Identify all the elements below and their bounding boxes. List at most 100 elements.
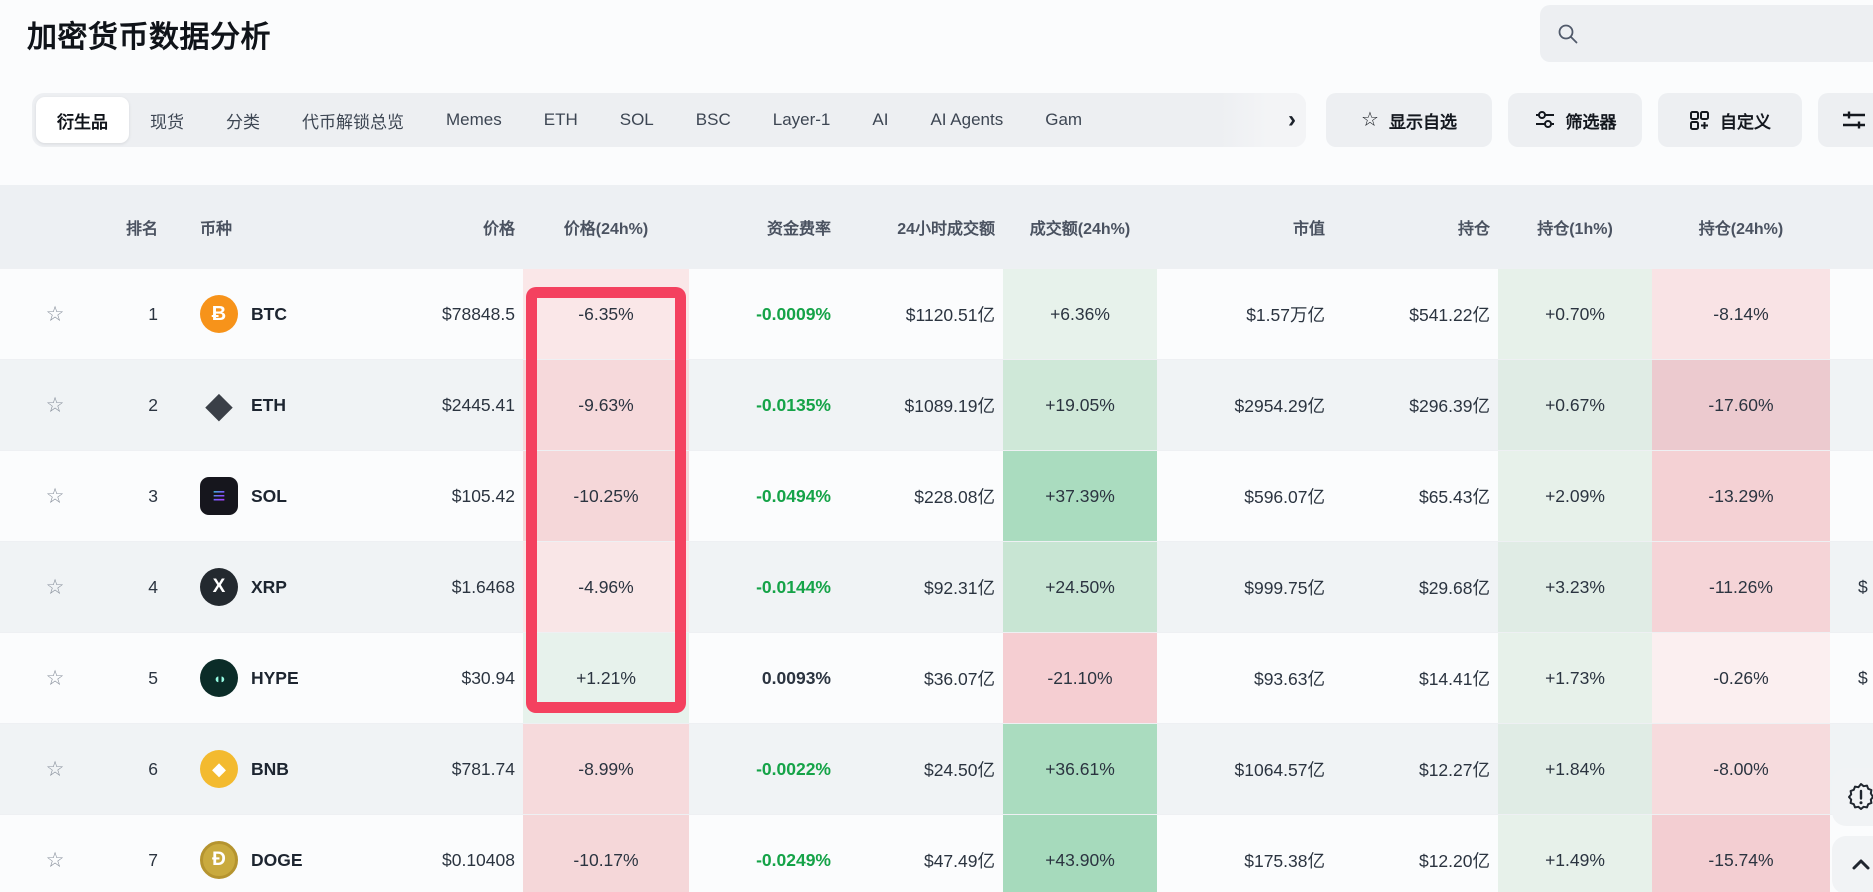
open-interest-24h-cell: -0.26% bbox=[1652, 633, 1830, 723]
table-row[interactable]: ☆ 5 ◖◗ HYPE $30.94 +1.21% 0.0093% $36.07亿 -21.10… bbox=[0, 632, 1873, 723]
search-icon bbox=[1556, 22, 1580, 46]
coin-cell[interactable]: ◖◗ HYPE bbox=[180, 633, 340, 723]
open-interest-24h-cell: -8.14% bbox=[1652, 269, 1830, 359]
column-settings-button[interactable] bbox=[1818, 93, 1873, 147]
coin-cell[interactable]: ◆ BNB bbox=[180, 724, 340, 814]
table-row[interactable]: ☆ 4 X XRP $1.6468 -4.96% -0.0144% $92.31亿 +24.50… bbox=[0, 541, 1873, 632]
coin-cell[interactable]: ◆ ETH bbox=[180, 360, 340, 450]
favorite-star-icon[interactable]: ☆ bbox=[46, 393, 65, 418]
search-box[interactable] bbox=[1540, 5, 1873, 62]
derivatives-table: 排名 币种 价格 价格(24h%) 资金费率 24小时成交额 成交额(24h%) 市值 持仓 持仓… bbox=[0, 185, 1873, 892]
column-header[interactable]: 排名 bbox=[110, 185, 180, 268]
tab-bsc[interactable]: BSC bbox=[675, 97, 752, 143]
chevron-right-icon[interactable]: › bbox=[1288, 106, 1296, 134]
open-interest-cell: $12.27亿 bbox=[1418, 759, 1490, 780]
tab-分类[interactable]: 分类 bbox=[205, 97, 281, 143]
volume-24h-cell: $1120.51亿 bbox=[905, 304, 995, 325]
tab-代币解锁总览[interactable]: 代币解锁总览 bbox=[281, 97, 425, 143]
table-row[interactable]: ☆ 6 ◆ BNB $781.74 -8.99% -0.0022% $24.50亿 +36.61… bbox=[0, 723, 1873, 814]
open-interest-1h-cell: +1.84% bbox=[1498, 724, 1652, 814]
column-header[interactable]: 币种 bbox=[180, 185, 340, 268]
badge-alert-icon bbox=[1846, 782, 1873, 812]
btc-coin-icon: Ƀ bbox=[200, 295, 238, 333]
scroll-to-top-button[interactable] bbox=[1832, 836, 1873, 892]
xrp-coin-icon: X bbox=[200, 568, 238, 606]
column-header[interactable]: 市值 bbox=[1157, 185, 1333, 268]
tab-sol[interactable]: SOL bbox=[599, 97, 675, 143]
open-interest-24h-cell: -8.00% bbox=[1652, 724, 1830, 814]
price-cell: $2445.41 bbox=[442, 394, 515, 415]
funding-rate-cell: -0.0135% bbox=[756, 394, 831, 415]
rank-cell: 7 bbox=[148, 849, 158, 870]
market-cap-cell: $1064.57亿 bbox=[1234, 759, 1326, 780]
price-change-24h-cell: -4.96% bbox=[523, 542, 689, 632]
coin-cell[interactable]: ≡ SOL bbox=[180, 451, 340, 541]
column-header[interactable]: 持仓 bbox=[1333, 185, 1498, 268]
market-cap-cell: $2954.29亿 bbox=[1234, 395, 1326, 416]
column-header[interactable]: 资金费率 bbox=[689, 185, 843, 268]
favorite-star-icon[interactable]: ☆ bbox=[46, 302, 65, 327]
favorite-cell: ☆ bbox=[0, 633, 110, 723]
tab-memes[interactable]: Memes bbox=[425, 97, 523, 143]
price-cell: $30.94 bbox=[461, 667, 515, 688]
coin-cell[interactable]: Ƀ BTC bbox=[180, 269, 340, 359]
column-header[interactable]: 持仓(24h%) bbox=[1652, 185, 1830, 268]
column-header[interactable]: 持仓(1h%) bbox=[1498, 185, 1652, 268]
tab-layer-1[interactable]: Layer-1 bbox=[752, 97, 852, 143]
open-interest-cell: $65.43亿 bbox=[1418, 486, 1490, 507]
coin-cell[interactable]: Ð DOGE bbox=[180, 815, 340, 892]
tab-gam[interactable]: Gam bbox=[1024, 97, 1103, 143]
tab-衍生品[interactable]: 衍生品 bbox=[36, 97, 129, 143]
chevron-up-icon bbox=[1848, 852, 1873, 878]
column-header[interactable]: 价格(24h%) bbox=[523, 185, 689, 268]
open-interest-24h-cell: -15.74% bbox=[1652, 815, 1830, 892]
crypto-data-page: 加密货币数据分析 衍生品 现货 分类 代币解锁总览 Memes ETH SOL BSC Laye… bbox=[0, 0, 1873, 892]
coin-cell[interactable]: X XRP bbox=[180, 542, 340, 632]
column-header[interactable]: 成交额(24h%) bbox=[1003, 185, 1157, 268]
show-watchlist-button[interactable]: ☆ 显示自选 bbox=[1326, 93, 1492, 147]
table-row[interactable]: ☆ 1 Ƀ BTC $78848.5 -6.35% -0.0009% $1120.51亿 +6.… bbox=[0, 268, 1873, 359]
favorite-star-icon[interactable]: ☆ bbox=[46, 575, 65, 600]
volume-change-24h-cell: +43.90% bbox=[1003, 815, 1157, 892]
market-cap-cell: $999.75亿 bbox=[1244, 577, 1325, 598]
favorite-cell: ☆ bbox=[0, 815, 110, 892]
price-cell: $78848.5 bbox=[442, 303, 515, 324]
page-title: 加密货币数据分析 bbox=[27, 21, 271, 54]
open-interest-1h-cell: +0.67% bbox=[1498, 360, 1652, 450]
search-input[interactable] bbox=[1590, 23, 1873, 44]
bnb-coin-icon: ◆ bbox=[200, 750, 238, 788]
clipped-extra-cell bbox=[1830, 360, 1873, 450]
clipped-extra-cell bbox=[1830, 269, 1873, 359]
volume-24h-cell: $36.07亿 bbox=[923, 668, 995, 689]
filter-button[interactable]: 筛选器 bbox=[1508, 93, 1642, 147]
table-row[interactable]: ☆ 3 ≡ SOL $105.42 -10.25% -0.0494% $228.08亿 +37.… bbox=[0, 450, 1873, 541]
tab-eth[interactable]: ETH bbox=[523, 97, 599, 143]
category-tabs: 衍生品 现货 分类 代币解锁总览 Memes ETH SOL BSC Layer-1 AI AI A… bbox=[32, 93, 1306, 147]
tab-现货[interactable]: 现货 bbox=[129, 97, 205, 143]
column-header[interactable]: 24小时成交额 bbox=[843, 185, 1003, 268]
table-row[interactable]: ☆ 7 Ð DOGE $0.10408 -10.17% -0.0249% $47.49亿 +43… bbox=[0, 814, 1873, 892]
open-interest-24h-cell: -11.26% bbox=[1652, 542, 1830, 632]
customize-button[interactable]: 自定义 bbox=[1658, 93, 1802, 147]
tab-ai-agents[interactable]: AI Agents bbox=[909, 97, 1024, 143]
table-row[interactable]: ☆ 2 ◆ ETH $2445.41 -9.63% -0.0135% $1089.19亿 +19… bbox=[0, 359, 1873, 450]
volume-change-24h-cell: +36.61% bbox=[1003, 724, 1157, 814]
favorite-star-icon[interactable]: ☆ bbox=[46, 848, 65, 873]
open-interest-1h-cell: +1.73% bbox=[1498, 633, 1652, 723]
price-cell: $0.10408 bbox=[442, 849, 515, 870]
coin-symbol: XRP bbox=[251, 576, 287, 597]
alert-fab-button[interactable] bbox=[1832, 768, 1873, 826]
favorite-star-icon[interactable]: ☆ bbox=[46, 666, 65, 691]
table-body: ☆ 1 Ƀ BTC $78848.5 -6.35% -0.0009% $1120.51亿 +6.… bbox=[0, 268, 1873, 892]
eth-coin-icon: ◆ bbox=[205, 384, 233, 425]
price-change-24h-cell: -9.63% bbox=[523, 360, 689, 450]
volume-24h-cell: $1089.19亿 bbox=[904, 395, 996, 416]
column-header[interactable]: 价格 bbox=[340, 185, 523, 268]
volume-change-24h-cell: +37.39% bbox=[1003, 451, 1157, 541]
funding-rate-cell: 0.0093% bbox=[761, 667, 831, 688]
table-header-row: 排名 币种 价格 价格(24h%) 资金费率 24小时成交额 成交额(24h%) 市值 持仓 持仓… bbox=[0, 185, 1873, 268]
favorite-star-icon[interactable]: ☆ bbox=[46, 757, 65, 782]
star-icon: ☆ bbox=[1361, 108, 1379, 131]
favorite-star-icon[interactable]: ☆ bbox=[46, 484, 65, 509]
tab-ai[interactable]: AI bbox=[851, 97, 909, 143]
